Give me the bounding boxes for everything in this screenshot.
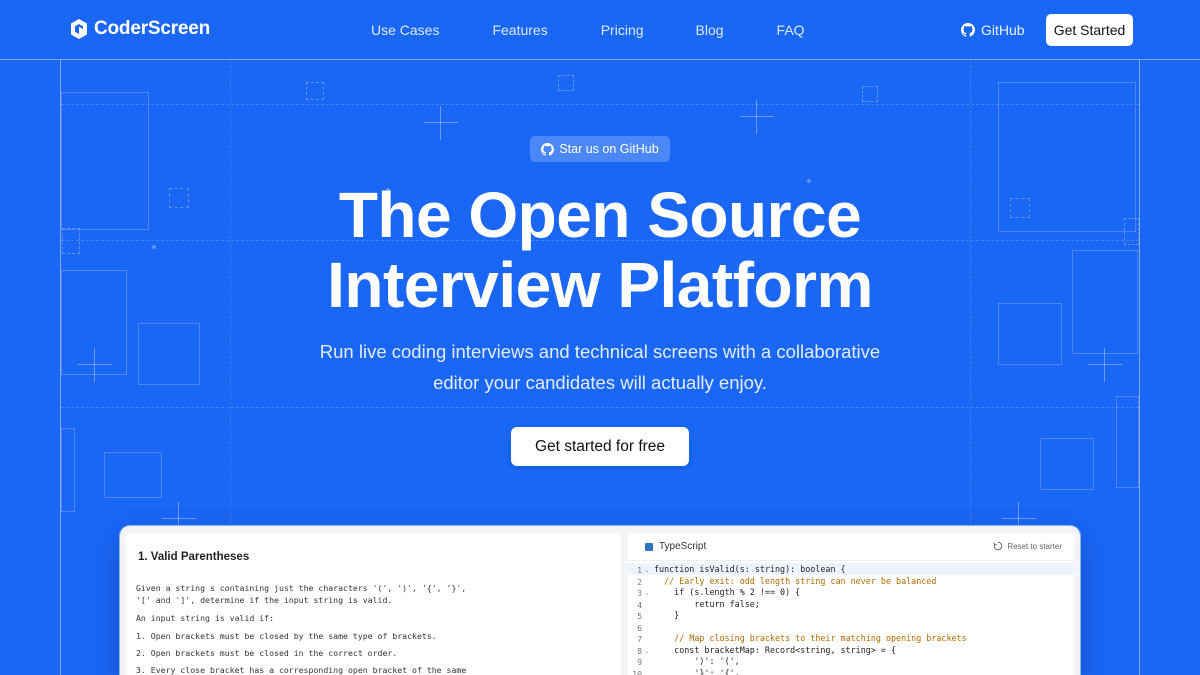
line-number: 6 (637, 623, 642, 633)
problem-text-line: 1. Open brackets must be closed by the s… (136, 631, 437, 641)
reset-label: Reset to starter (1007, 541, 1062, 551)
nav-links: Use Cases Features Pricing Blog FAQ (371, 22, 805, 38)
code-line-comment: // Early exit: odd length string can nev… (654, 576, 937, 586)
language-selector[interactable]: TypeScript (659, 541, 706, 552)
code-editor-pane[interactable]: TypeScript Reset to starter 1 2 3 4 5 6 … (628, 533, 1074, 675)
problem-title: 1. Valid Parentheses (138, 551, 250, 563)
line-number: 9 (637, 657, 642, 667)
line-number: 1 (637, 565, 642, 575)
github-link[interactable]: GitHub (961, 22, 1025, 38)
nav-link-features[interactable]: Features (492, 22, 547, 38)
code-line: ')': '(', (654, 656, 740, 666)
reset-to-starter-button[interactable]: Reset to starter (993, 541, 1062, 551)
code-line: '}': '{', (654, 668, 740, 675)
editor-header: TypeScript Reset to starter (628, 533, 1074, 561)
hero-subtitle-line-2: editor your candidates will actually enj… (433, 372, 767, 393)
star-on-github-button[interactable]: Star us on GitHub (530, 136, 670, 162)
problem-text-line: '[' and ']', determine if the input stri… (136, 595, 393, 605)
problem-text-line: 2. Open brackets must be closed in the c… (136, 648, 398, 658)
nav-link-use-cases[interactable]: Use Cases (371, 22, 439, 38)
code-line: function isValid(s: string): boolean { (654, 564, 846, 574)
nav-link-pricing[interactable]: Pricing (601, 22, 644, 38)
get-started-button[interactable]: Get Started (1046, 14, 1133, 46)
get-started-free-button[interactable]: Get started for free (511, 427, 689, 466)
code-line: return false; (654, 599, 760, 609)
hexagon-logo-icon (71, 19, 87, 39)
line-number: 4 (637, 600, 642, 610)
problem-text-line: 3. Every close bracket has a correspondi… (136, 665, 467, 675)
fold-chevron-icon[interactable]: ⌄ (644, 566, 650, 574)
line-number: 3 (637, 588, 642, 598)
line-number: 7 (637, 634, 642, 644)
typescript-icon (645, 543, 653, 551)
line-number: 10 (632, 669, 642, 675)
github-label: GitHub (981, 22, 1025, 38)
star-pill-label: Star us on GitHub (559, 142, 659, 156)
code-line-comment: // Map closing brackets to their matchin… (654, 633, 967, 643)
github-icon (541, 142, 555, 156)
brand-name: CoderScreen (94, 18, 211, 39)
code-line: if (s.length % 2 !== 0) { (654, 587, 801, 597)
brand-logo[interactable]: CoderScreen (70, 18, 210, 40)
line-number: 5 (637, 611, 642, 621)
top-navbar: CoderScreen Use Cases Features Pricing B… (0, 0, 1200, 60)
app-preview: 1. Valid Parentheses Given a string s co… (120, 526, 1080, 675)
line-number: 8 (637, 646, 642, 656)
nav-link-faq[interactable]: FAQ (777, 22, 805, 38)
hero-subtitle-line-1: Run live coding interviews and technical… (319, 341, 881, 362)
line-number: 2 (637, 577, 642, 587)
code-line: } (654, 610, 680, 620)
nav-link-blog[interactable]: Blog (696, 22, 724, 38)
hero-title-line-2: Interview Platform (327, 249, 873, 321)
github-icon (961, 23, 975, 37)
hero-title-line-1: The Open Source (338, 179, 862, 251)
problem-text-line: An input string is valid if: (136, 613, 275, 623)
reset-icon (993, 541, 1003, 551)
fold-chevron-icon[interactable]: ⌄ (644, 647, 650, 655)
code-line: const bracketMap: Record<string, string>… (654, 645, 897, 655)
problem-text-line: Given a string s containing just the cha… (136, 583, 467, 593)
problem-description-pane: 1. Valid Parentheses Given a string s co… (126, 533, 621, 675)
fold-chevron-icon[interactable]: ⌄ (644, 589, 650, 597)
